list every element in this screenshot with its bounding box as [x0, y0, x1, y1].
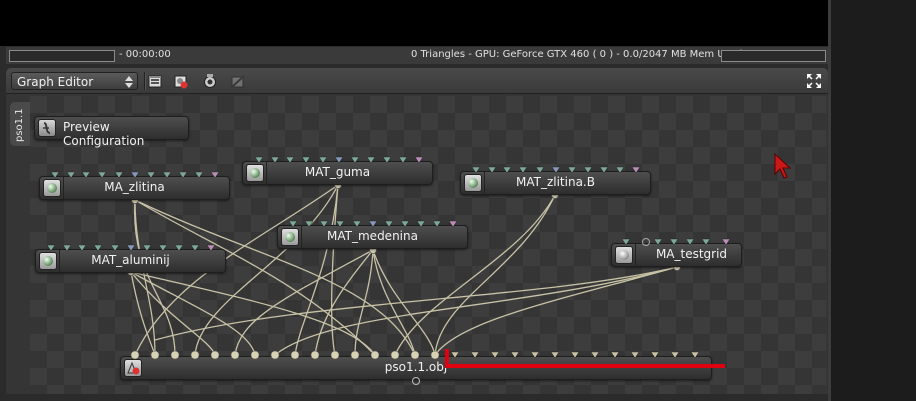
highlight-marker-horizontal: [445, 364, 725, 368]
cursor-arrow-icon: [774, 152, 792, 179]
node-ports: [46, 156, 731, 385]
